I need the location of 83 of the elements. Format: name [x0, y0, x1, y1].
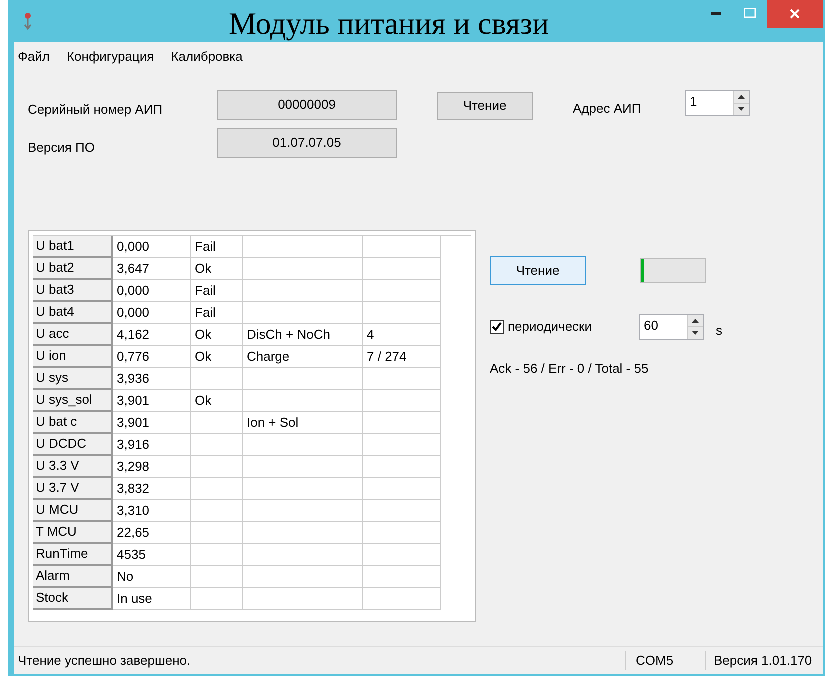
serial-number-label: Серийный номер АИП: [28, 101, 164, 120]
row-header: U bat3: [33, 280, 113, 302]
table-cell: 3,916: [113, 434, 191, 456]
table-cell: DisCh + NoCh: [243, 324, 363, 346]
close-button[interactable]: [767, 0, 823, 28]
table-cell: 3,901: [113, 390, 191, 412]
table-cell: [191, 544, 243, 566]
row-header: U acc: [33, 324, 113, 346]
row-header: U sys: [33, 368, 113, 390]
table-cell: [191, 412, 243, 434]
menu-item[interactable]: Файл: [18, 47, 50, 67]
close-icon: [790, 9, 800, 19]
table-cell: 0,776: [113, 346, 191, 368]
row-header: U MCU: [33, 500, 113, 522]
table-cell: Ok: [191, 324, 243, 346]
table-cell: Ion + Sol: [243, 412, 363, 434]
firmware-version-label: Версия ПО: [28, 139, 96, 158]
table-cell: [191, 478, 243, 500]
number-spinner[interactable]: 60: [639, 314, 704, 340]
address-label: Адрес АИП: [573, 100, 642, 118]
number-spinner[interactable]: 1: [685, 90, 750, 116]
row-header: U bat4: [33, 302, 113, 324]
window-title: Модуль питания и связи: [229, 6, 550, 42]
minimize-icon: [711, 12, 721, 14]
table-cell: 4535: [113, 544, 191, 566]
table-cell: 3,647: [113, 258, 191, 280]
table-cell: In use: [113, 588, 191, 610]
table-cell: 3,298: [113, 456, 191, 478]
table-cell: [191, 566, 243, 588]
seconds-unit: s: [716, 322, 722, 340]
version-status: Версия 1.01.170: [705, 650, 823, 670]
read-button[interactable]: Чтение: [490, 256, 586, 285]
table-cell: 4,162: [113, 324, 191, 346]
table-cell: 4: [363, 324, 441, 346]
spinner-value: 1: [689, 93, 698, 111]
app-icon: [22, 11, 34, 31]
table-cell: Fail: [191, 302, 243, 324]
table-cell: No: [113, 566, 191, 588]
row-header: U 3.3 V: [33, 456, 113, 478]
row-header: U bat2: [33, 258, 113, 280]
row-header: T MCU: [33, 522, 113, 544]
row-header: U DCDC: [33, 434, 113, 456]
table-cell: 3,901: [113, 412, 191, 434]
row-header: U bat c: [33, 412, 113, 434]
row-header: U sys_sol: [33, 390, 113, 412]
spinner-value: 60: [643, 316, 660, 335]
table-cell: 7 / 274: [363, 346, 441, 368]
table-cell: 22,65: [113, 522, 191, 544]
menu-item[interactable]: Калибровка: [171, 47, 243, 67]
port-status: COM5: [625, 650, 705, 670]
firmware-version-field: 01.07.07.05: [217, 128, 397, 158]
table-cell: [191, 588, 243, 610]
row-header: Alarm: [33, 566, 113, 588]
serial-number-field: 00000009: [217, 90, 397, 120]
table-cell: [191, 500, 243, 522]
row-header: Stock: [33, 588, 113, 610]
table-cell: Ok: [191, 258, 243, 280]
table-cell: [191, 522, 243, 544]
status-message: Чтение успешно завершено.: [17, 652, 192, 670]
table-cell: [191, 456, 243, 478]
table-cell: [191, 368, 243, 390]
table-cell: 3,310: [113, 500, 191, 522]
table-cell: [191, 434, 243, 456]
table-cell: 0,000: [113, 280, 191, 302]
table-cell: 0,000: [113, 302, 191, 324]
row-header: RunTime: [33, 544, 113, 566]
table-cell: Ok: [191, 390, 243, 412]
maximize-icon: [744, 8, 756, 18]
table-cell: Fail: [191, 280, 243, 302]
menu-item[interactable]: Конфигурация: [66, 47, 154, 67]
row-header: U bat1: [33, 236, 113, 258]
read-button[interactable]: Чтение: [437, 92, 533, 120]
periodic-label[interactable]: периодически: [508, 317, 639, 336]
table-cell: Charge: [243, 346, 363, 368]
table-cell: Ok: [191, 346, 243, 368]
table-cell: 3,832: [113, 478, 191, 500]
row-header: U ion: [33, 346, 113, 368]
table-cell: 0,000: [113, 236, 191, 258]
periodic-checkbox[interactable]: [490, 320, 504, 334]
table-cell: 3,936: [113, 368, 191, 390]
statistics-text: Ack - 56 / Err - 0 / Total - 55: [490, 360, 650, 378]
row-header: U 3.7 V: [33, 478, 113, 500]
table-cell: Fail: [191, 236, 243, 258]
